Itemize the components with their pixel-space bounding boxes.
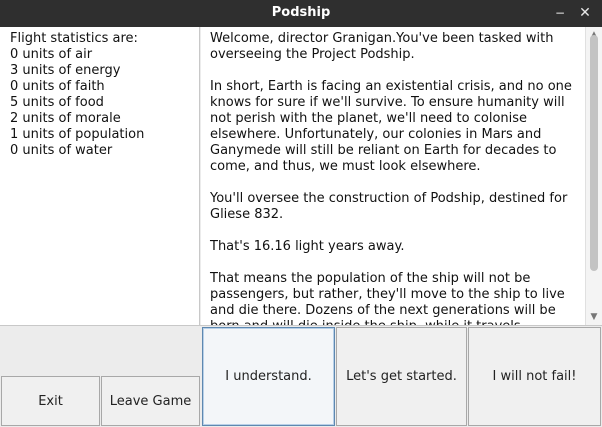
stat-energy: 3 units of energy: [10, 63, 121, 78]
story-paragraph: Welcome, director Granigan.You've been t…: [210, 31, 554, 62]
stat-population: 1 units of population: [10, 127, 145, 142]
exit-button[interactable]: Exit: [1, 376, 100, 426]
stat-faith: 0 units of faith: [10, 79, 105, 94]
scrollbar-thumb[interactable]: [590, 35, 598, 271]
stat-water: 0 units of water: [10, 143, 113, 158]
stat-morale: 2 units of morale: [10, 111, 121, 126]
stats-heading: Flight statistics are:: [10, 31, 138, 46]
vertical-scrollbar[interactable]: ▲ ▼: [585, 27, 602, 325]
story-paragraph: In short, Earth is facing an existential…: [210, 79, 572, 174]
story-text-area[interactable]: Welcome, director Granigan.You've been t…: [201, 27, 602, 325]
app-window: Podship − ✕ Flight statistics are: 0 uni…: [0, 0, 602, 427]
choice-understand-button[interactable]: I understand.: [202, 327, 335, 426]
title-bar[interactable]: Podship − ✕: [0, 0, 602, 27]
window-title: Podship: [271, 5, 331, 20]
choice-will-not-fail-button[interactable]: I will not fail!: [468, 327, 601, 426]
close-icon[interactable]: ✕: [575, 4, 595, 22]
divider: [0, 325, 602, 326]
minimize-icon[interactable]: −: [550, 4, 570, 22]
stat-air: 0 units of air: [10, 47, 93, 62]
story-text: Welcome, director Granigan.You've been t…: [210, 31, 582, 325]
story-paragraph: That's 16.16 light years away.: [210, 239, 405, 254]
flight-statistics-panel: Flight statistics are: 0 units of air 3 …: [0, 27, 200, 325]
story-paragraph: That means the population of the ship wi…: [210, 271, 565, 325]
story-paragraph: You'll oversee the construction of Podsh…: [210, 191, 568, 222]
scroll-down-icon[interactable]: ▼: [586, 309, 602, 325]
stat-food: 5 units of food: [10, 95, 104, 110]
choice-get-started-button[interactable]: Let's get started.: [336, 327, 467, 426]
leave-game-button[interactable]: Leave Game: [101, 376, 200, 426]
